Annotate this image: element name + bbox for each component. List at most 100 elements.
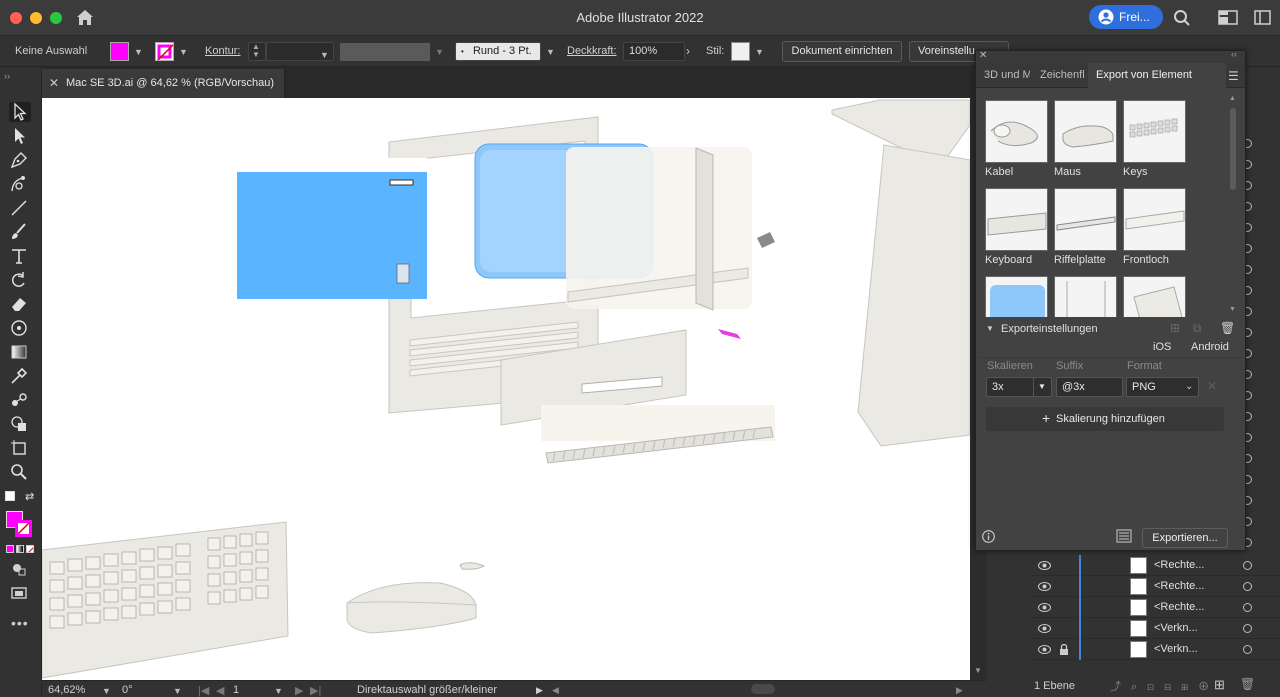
chevron-right-icon[interactable]: › [686, 44, 690, 58]
target-circle-icon[interactable] [1243, 645, 1252, 654]
type-tool-icon[interactable] [9, 246, 31, 266]
eye-icon[interactable] [1038, 581, 1051, 592]
asset-item-frontloch[interactable]: Frontloch [1123, 188, 1186, 266]
eye-icon[interactable] [1038, 644, 1051, 655]
line-tool-icon[interactable] [9, 198, 31, 218]
target-circle-icon[interactable] [1243, 582, 1252, 591]
stroke-weight-field[interactable]: ▼ [266, 42, 334, 61]
asset-item-case[interactable] [1123, 276, 1186, 317]
collapse-panel-icon[interactable]: ‹‹ [1231, 49, 1237, 59]
rotation-field[interactable]: 0° [122, 684, 133, 696]
asset-item-maus[interactable]: Maus [1054, 100, 1117, 178]
gradient-tool-icon[interactable] [9, 342, 31, 362]
scroll-left-icon[interactable]: ◀ [552, 685, 559, 696]
layer-row[interactable]: <Rechte... [1030, 555, 1280, 576]
rotate-tool-icon[interactable] [9, 270, 31, 290]
stroke-color-swatch[interactable] [15, 520, 32, 537]
panel-menu-icon[interactable]: ☰ [1228, 69, 1239, 83]
eye-icon[interactable] [1038, 602, 1051, 613]
duplicate-icon[interactable]: ⧉ [1193, 321, 1202, 336]
layers-footer-icons[interactable]: ⤴⌕⊡⊟⊞⊕ [1110, 678, 1219, 694]
delete-layer-icon[interactable]: 🗑︎ [1240, 677, 1255, 691]
next-artboard-icon[interactable]: ▶ [295, 684, 303, 697]
tab-3d-materials[interactable]: 3D und M [984, 69, 1030, 81]
suffix-input[interactable]: @3x [1056, 377, 1123, 397]
asset-item-riffelplatte[interactable]: Riffelplatte [1054, 188, 1117, 266]
pen-tool-icon[interactable] [9, 150, 31, 170]
none-mode-icon[interactable] [26, 545, 34, 553]
chevron-down-icon[interactable]: ▼ [274, 686, 283, 696]
disclosure-triangle-icon[interactable]: ▼ [986, 324, 994, 333]
asset-item-screen[interactable] [985, 276, 1048, 317]
add-scale-button[interactable]: + Skalierung hinzufügen [986, 407, 1224, 431]
default-colors-icon[interactable] [5, 491, 15, 501]
lock-icon[interactable] [1059, 644, 1069, 655]
blend-tool-icon[interactable] [9, 390, 31, 410]
puppet-warp-tool-icon[interactable] [9, 318, 31, 338]
eye-icon[interactable] [1038, 560, 1051, 571]
color-mode-icon[interactable] [6, 545, 14, 553]
delete-asset-icon[interactable]: 🗑︎ [1220, 321, 1235, 335]
asset-item-keys[interactable]: Keys [1123, 100, 1186, 178]
workspace-icon[interactable] [1218, 10, 1238, 28]
chevron-down-icon[interactable]: ▼ [173, 686, 182, 696]
layer-name[interactable]: <Verkn... [1154, 643, 1198, 655]
artboard-tool-icon[interactable] [9, 438, 31, 458]
scale-input[interactable]: 3x [986, 377, 1034, 397]
scale-dropdown[interactable]: ▼ [1033, 377, 1052, 397]
export-settings-icon[interactable] [1116, 529, 1132, 543]
add-to-library-icon[interactable]: ⊞ [1170, 321, 1180, 335]
horizontal-scroll-thumb[interactable] [751, 684, 775, 694]
chevron-down-icon[interactable]: ▼ [102, 686, 111, 696]
zoom-field[interactable]: 64,62% [48, 684, 85, 696]
close-tab-icon[interactable]: ✕ [49, 76, 59, 90]
artboard-canvas[interactable] [42, 98, 970, 680]
chevron-down-icon[interactable]: ▼ [134, 47, 143, 57]
layer-name[interactable]: <Rechte... [1154, 601, 1204, 613]
document-setup-button[interactable]: Dokument einrichten [782, 41, 902, 62]
scroll-right-icon[interactable]: ▶ [956, 685, 963, 696]
layer-row[interactable]: <Verkn... [1030, 639, 1280, 660]
artboard-number-field[interactable]: 1 [233, 684, 239, 696]
status-menu-icon[interactable]: ▶ [536, 685, 543, 696]
search-icon[interactable] [1173, 9, 1191, 30]
info-icon[interactable] [982, 530, 995, 543]
asset-item-box[interactable] [1054, 276, 1117, 317]
layer-name[interactable]: <Rechte... [1154, 580, 1204, 592]
zoom-tool-icon[interactable] [9, 462, 31, 482]
layer-name[interactable]: <Verkn... [1154, 622, 1198, 634]
shape-builder-tool-icon[interactable] [9, 414, 31, 434]
eyedropper-tool-icon[interactable] [9, 366, 31, 386]
stroke-stepper[interactable]: ▲ ▼ [248, 42, 266, 61]
asset-item-kabel[interactable]: Kabel [985, 100, 1048, 178]
layer-name[interactable]: <Rechte... [1154, 559, 1204, 571]
new-layer-icon[interactable]: ⊞ [1214, 677, 1225, 693]
paintbrush-tool-icon[interactable] [9, 222, 31, 242]
preset-android[interactable]: Android [1191, 341, 1229, 353]
eraser-tool-icon[interactable] [9, 294, 31, 314]
selection-tool-icon[interactable] [9, 102, 31, 122]
panel-layout-icon[interactable] [1254, 10, 1271, 28]
panel-header[interactable]: ✕ ‹‹ [976, 49, 1245, 63]
layer-row[interactable]: <Rechte... [1030, 597, 1280, 618]
screen-mode-icon[interactable] [9, 583, 31, 603]
layer-row[interactable]: <Rechte... [1030, 576, 1280, 597]
stroke-label[interactable]: Kontur: [205, 45, 240, 57]
draw-mode-icon[interactable] [9, 559, 31, 579]
first-artboard-icon[interactable]: |◀ [198, 684, 209, 697]
direct-selection-tool-icon[interactable] [9, 126, 31, 146]
scroll-down-icon[interactable]: ▼ [974, 666, 982, 675]
chevron-down-icon[interactable]: ▼ [546, 47, 555, 57]
previous-artboard-icon[interactable]: ◀ [216, 684, 224, 697]
target-circle-icon[interactable] [1243, 624, 1252, 633]
opacity-field[interactable]: 100% [623, 42, 685, 61]
chevron-down-icon[interactable]: ▼ [755, 47, 764, 57]
export-settings-header[interactable]: ▼ Exporteinstellungen ⊞ ⧉ 🗑︎ [976, 319, 1245, 341]
curvature-tool-icon[interactable] [9, 174, 31, 194]
style-swatch[interactable] [731, 42, 750, 61]
remove-scale-icon[interactable]: ✕ [1207, 379, 1217, 393]
export-button[interactable]: Exportieren... [1142, 528, 1228, 548]
variable-width-profile[interactable] [340, 43, 430, 61]
fill-swatch[interactable] [110, 42, 129, 61]
last-artboard-icon[interactable]: ▶| [310, 684, 321, 697]
